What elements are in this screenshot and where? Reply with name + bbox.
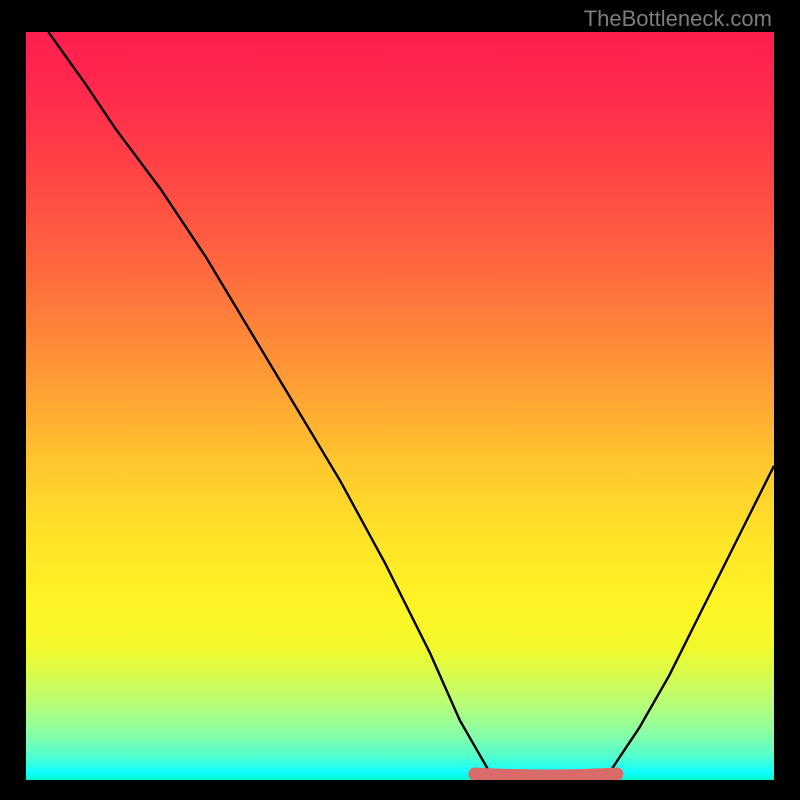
chart-svg (26, 32, 774, 780)
plot-area (26, 32, 774, 780)
curve-line (48, 32, 774, 779)
watermark-text: TheBottleneck.com (584, 6, 772, 32)
highlight-segment (475, 774, 617, 776)
chart-frame: TheBottleneck.com (0, 0, 800, 800)
